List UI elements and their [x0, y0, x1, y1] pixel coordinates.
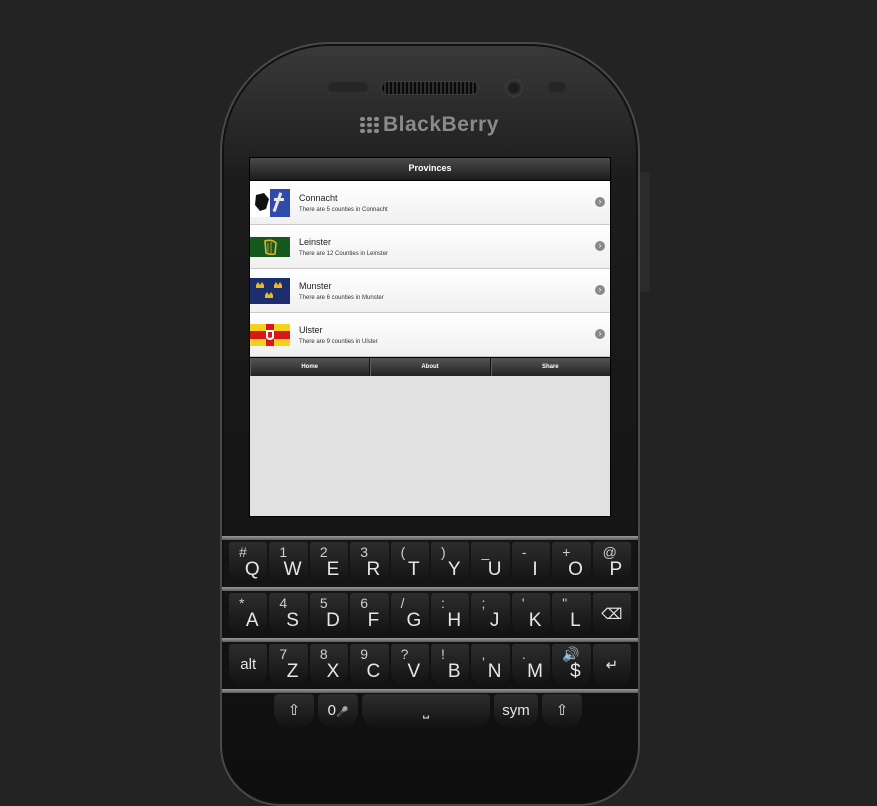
- key-enter[interactable]: ↵: [592, 644, 632, 686]
- key-t[interactable]: (T: [390, 542, 430, 584]
- page-title: Provinces: [250, 158, 610, 181]
- province-item-munster[interactable]: Munster There are 6 counties in Munster …: [250, 269, 610, 313]
- keyboard-row-4: ⇧ 0🎤 ⎵ sym ⇧: [272, 694, 588, 730]
- key-u[interactable]: _ U: [471, 542, 510, 584]
- key-v[interactable]: ? V: [390, 644, 430, 686]
- key-alt[interactable]: alt: [229, 644, 268, 686]
- key-b[interactable]: ! B: [431, 644, 470, 686]
- key-p[interactable]: @ P: [592, 542, 632, 584]
- key-s[interactable]: 4S: [269, 593, 308, 635]
- brand-logo: BlackBerry: [360, 110, 500, 140]
- key-q[interactable]: # Q: [229, 542, 268, 584]
- key-w[interactable]: 1W: [269, 542, 308, 584]
- nav-about-button[interactable]: About: [370, 358, 491, 376]
- space-key[interactable]: ⎵: [362, 694, 490, 728]
- key-x[interactable]: 8X: [309, 644, 349, 686]
- key-m[interactable]: .M: [511, 644, 551, 686]
- shift-right-key[interactable]: ⇧: [542, 694, 582, 728]
- front-camera: [505, 79, 523, 97]
- key-backspace[interactable]: ⌫: [592, 593, 632, 635]
- keyboard-fret: [222, 587, 638, 591]
- chevron-right-icon: ›: [595, 241, 605, 251]
- key-r[interactable]: 3R: [350, 542, 389, 584]
- key-z[interactable]: 7Z: [269, 644, 308, 686]
- key-e[interactable]: 2E: [309, 542, 349, 584]
- province-description: There are 9 counties in Ulster: [299, 338, 378, 345]
- province-name: Ulster: [299, 324, 323, 335]
- earpiece-speaker: [382, 82, 478, 94]
- blackberry-logo-icon: [360, 117, 379, 133]
- nav-home-button[interactable]: Home: [250, 358, 371, 376]
- sym-key[interactable]: sym: [494, 694, 538, 728]
- key-o[interactable]: + O: [552, 542, 591, 584]
- space-icon: ⎵: [422, 702, 429, 719]
- keyboard-row-2: * A 4S 5D 6F / G :H ; J ' K " L ⌫: [228, 593, 632, 637]
- bottom-navbar: Home About Share: [250, 357, 610, 376]
- microphone-icon: 🎤: [335, 707, 349, 718]
- chevron-right-icon: ›: [595, 197, 605, 207]
- app-screen: Provinces Connacht There are 5 counties …: [250, 158, 610, 516]
- connacht-flag-icon: [250, 188, 290, 217]
- province-name: Munster: [299, 280, 332, 291]
- key-c[interactable]: 9C: [350, 644, 389, 686]
- shift-left-key[interactable]: ⇧: [274, 694, 314, 728]
- enter-icon: ↵: [605, 657, 619, 674]
- munster-flag-icon: [250, 277, 290, 305]
- province-name: Connacht: [299, 192, 338, 203]
- backspace-icon: ⌫: [601, 606, 623, 623]
- key-g[interactable]: / G: [390, 593, 430, 635]
- shift-icon: ⇧: [287, 702, 301, 719]
- shift-icon: ⇧: [555, 702, 569, 719]
- key-f[interactable]: 6F: [350, 593, 389, 635]
- key-y[interactable]: ) Y: [431, 542, 470, 584]
- nav-share-button[interactable]: Share: [491, 358, 610, 376]
- blackberry-device: BlackBerry Provinces Connacht There are …: [220, 42, 650, 806]
- keyboard-fret: [222, 536, 638, 540]
- key-k[interactable]: ' K: [511, 593, 551, 635]
- brand-name: BlackBerry: [383, 113, 499, 136]
- keyboard-row-1: # Q 1W 2E 3R (T ) Y _ U -I + O @ P: [228, 542, 632, 586]
- province-description: There are 12 Counties in Leinster: [299, 250, 389, 257]
- key-h[interactable]: :H: [431, 593, 470, 635]
- key-n[interactable]: ,N: [471, 644, 510, 686]
- province-item-ulster[interactable]: Ulster There are 9 counties in Ulster ›: [250, 313, 610, 357]
- province-description: There are 5 counties in Connacht: [299, 206, 388, 213]
- key-l[interactable]: " L: [552, 593, 591, 635]
- keyboard-row-3: alt 7Z 8X 9C ? V ! B ,N .M 🔊 $ ↵: [228, 644, 632, 688]
- key-j[interactable]: ; J: [471, 593, 510, 635]
- province-item-leinster[interactable]: Leinster There are 12 Counties in Leinst…: [250, 225, 610, 269]
- leinster-flag-icon: [250, 233, 290, 261]
- chevron-right-icon: ›: [595, 329, 605, 339]
- key-dollar[interactable]: 🔊 $: [552, 644, 591, 686]
- key-a[interactable]: * A: [229, 593, 268, 635]
- key-d[interactable]: 5D: [309, 593, 349, 635]
- chevron-right-icon: ›: [595, 285, 605, 295]
- ulster-flag-icon: [250, 321, 290, 349]
- keyboard-fret: [222, 638, 638, 642]
- key-zero-mic[interactable]: 0🎤: [318, 694, 358, 728]
- province-item-connacht[interactable]: Connacht There are 5 counties in Connach…: [250, 181, 610, 225]
- proximity-sensor: [328, 82, 368, 92]
- key-i[interactable]: -I: [511, 542, 551, 584]
- keyboard-fret: [222, 689, 638, 693]
- province-description: There are 6 counties in Munster: [299, 294, 384, 301]
- light-sensor: [548, 82, 566, 92]
- province-name: Leinster: [299, 236, 332, 247]
